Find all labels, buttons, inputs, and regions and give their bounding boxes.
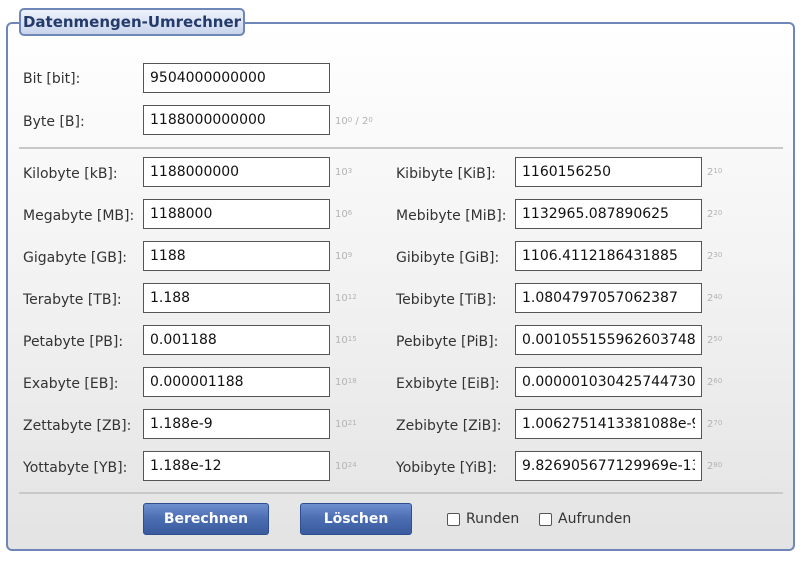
decimal-unit-label: Gigabyte [GB]: (23, 250, 128, 266)
byte-power: 100 / 20 (335, 116, 373, 127)
decimal-unit-input[interactable] (143, 199, 330, 229)
round-up-label: Aufrunden (558, 511, 632, 527)
binary-unit-power: 210 (707, 167, 723, 178)
binary-unit-power: 240 (707, 293, 723, 304)
clear-button[interactable]: Löschen (300, 503, 412, 535)
binary-unit-power: 250 (707, 335, 723, 346)
binary-unit-label: Kibibyte [KiB]: (396, 166, 496, 182)
decimal-unit-power: 106 (335, 209, 353, 220)
decimal-unit-input[interactable] (143, 367, 330, 397)
decimal-unit-power: 103 (335, 167, 353, 178)
binary-unit-input[interactable] (515, 199, 702, 229)
binary-unit-input[interactable] (515, 325, 702, 355)
decimal-unit-power: 1015 (335, 335, 357, 346)
panel-title: Datenmengen-Umrechner (19, 8, 245, 36)
byte-label: Byte [B]: (23, 114, 85, 130)
decimal-unit-label: Zettabyte [ZB]: (23, 418, 132, 434)
binary-unit-input[interactable] (515, 283, 702, 313)
binary-unit-input[interactable] (515, 367, 702, 397)
binary-unit-input[interactable] (515, 451, 702, 481)
decimal-unit-label: Megabyte [MB]: (23, 208, 135, 224)
decimal-unit-label: Kilobyte [kB]: (23, 166, 118, 182)
calculate-button[interactable]: Berechnen (143, 503, 269, 535)
binary-unit-power: 270 (707, 419, 723, 430)
binary-unit-input[interactable] (515, 157, 702, 187)
round-option[interactable]: Runden (447, 511, 519, 527)
divider-bottom (19, 492, 783, 494)
binary-unit-power: 220 (707, 209, 723, 220)
binary-unit-label: Gibibyte [GiB]: (396, 250, 500, 266)
decimal-unit-power: 1021 (335, 419, 357, 430)
bit-input[interactable] (143, 63, 330, 93)
decimal-unit-input[interactable] (143, 157, 330, 187)
binary-unit-label: Pebibyte [PiB]: (396, 334, 499, 350)
decimal-unit-power: 1024 (335, 461, 357, 472)
decimal-unit-label: Petabyte [PB]: (23, 334, 124, 350)
binary-unit-label: Zebibyte [ZiB]: (396, 418, 502, 434)
decimal-unit-power: 109 (335, 251, 353, 262)
binary-unit-power: 260 (707, 377, 723, 388)
binary-unit-input[interactable] (515, 409, 702, 439)
binary-unit-input[interactable] (515, 241, 702, 271)
binary-unit-label: Tebibyte [TiB]: (396, 292, 497, 308)
binary-unit-power: 280 (707, 461, 723, 472)
binary-unit-label: Exbibyte [EiB]: (396, 376, 500, 392)
divider-top (19, 147, 783, 149)
binary-unit-label: Mebibyte [MiB]: (396, 208, 507, 224)
decimal-unit-label: Exabyte [EB]: (23, 376, 119, 392)
decimal-unit-input[interactable] (143, 283, 330, 313)
bit-label: Bit [bit]: (23, 71, 81, 87)
decimal-unit-input[interactable] (143, 409, 330, 439)
decimal-unit-label: Terabyte [TB]: (23, 292, 122, 308)
round-up-option[interactable]: Aufrunden (539, 511, 631, 527)
binary-unit-power: 230 (707, 251, 723, 262)
decimal-unit-power: 1012 (335, 293, 357, 304)
decimal-unit-input[interactable] (143, 451, 330, 481)
byte-input[interactable] (143, 105, 330, 135)
decimal-unit-input[interactable] (143, 325, 330, 355)
round-up-checkbox[interactable] (539, 512, 552, 526)
decimal-unit-label: Yottabyte [YB]: (23, 460, 128, 476)
decimal-unit-input[interactable] (143, 241, 330, 271)
decimal-unit-power: 1018 (335, 377, 357, 388)
round-label: Runden (466, 511, 520, 527)
round-checkbox[interactable] (447, 512, 460, 526)
binary-unit-label: Yobibyte [YiB]: (396, 460, 497, 476)
